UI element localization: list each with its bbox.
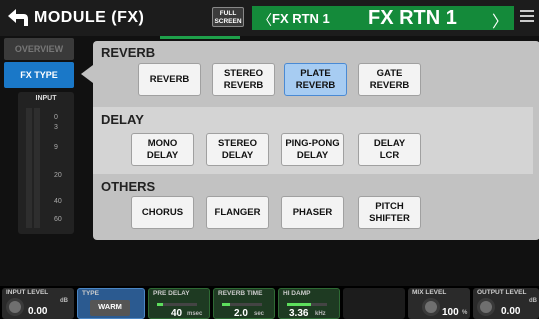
section-title: REVERB	[101, 45, 156, 60]
output-level-value: 0.00	[501, 306, 521, 317]
pre-delay-label: PRE DELAY	[153, 290, 190, 297]
reverb-time-label: REVERB TIME	[218, 290, 263, 297]
parameter-bar: INPUT LEVEL 0.00 dB TYPE WARM PRE DELAY …	[0, 286, 539, 319]
pre-delay-control[interactable]: PRE DELAY 40 msec	[148, 288, 210, 319]
fx-type-popup: REVERB REVERB STEREO REVERB PLATE REVERB…	[93, 41, 539, 240]
tab-fx-type[interactable]: FX TYPE	[4, 62, 74, 88]
page-title: MODULE (FX)	[34, 9, 145, 26]
tab-overview[interactable]: OVERVIEW	[4, 38, 74, 60]
meter-bar-left	[26, 108, 32, 228]
scale-tick: 60	[54, 216, 62, 223]
fx-stereo-reverb-button[interactable]: STEREO REVERB	[212, 63, 275, 96]
input-level-label: INPUT LEVEL	[6, 289, 49, 296]
scale-tick: 9	[54, 144, 58, 151]
type-value: WARM	[98, 302, 122, 311]
popup-pointer	[81, 65, 93, 83]
output-level-unit: dB	[529, 298, 537, 304]
output-level-label: OUTPUT LEVEL	[477, 289, 527, 296]
mix-level-label: MIX LEVEL	[412, 289, 447, 296]
input-meter-label: INPUT	[35, 95, 57, 102]
back-arrow-icon[interactable]	[4, 4, 30, 30]
hi-damp-value: 3.36	[289, 308, 309, 319]
header-bar: MODULE (FX) FULL SCREEN 〈 FX RTN 1 FX RT…	[0, 0, 539, 36]
fx-gate-reverb-button[interactable]: GATE REVERB	[358, 63, 421, 96]
fx-reverb-button[interactable]: REVERB	[138, 63, 201, 96]
fx-stereo-delay-button[interactable]: STEREO DELAY	[206, 133, 269, 166]
input-level-unit: dB	[60, 298, 68, 304]
full-screen-button[interactable]: FULL SCREEN	[212, 7, 244, 27]
section-title: DELAY	[101, 112, 144, 127]
type-control[interactable]: TYPE WARM	[77, 288, 145, 319]
fx-chorus-button[interactable]: CHORUS	[131, 196, 194, 229]
reverb-section: REVERB REVERB STEREO REVERB PLATE REVERB…	[93, 41, 533, 104]
hi-damp-control[interactable]: HI DAMP 3.36 kHz	[278, 288, 340, 319]
meter-bar-right	[34, 108, 40, 228]
input-meter: INPUT 0 3 9 20 40 60	[18, 92, 74, 234]
pre-delay-fill	[157, 303, 163, 306]
next-channel-icon[interactable]: 〉	[492, 8, 508, 32]
full-screen-label: FULL SCREEN	[214, 10, 242, 25]
hi-damp-unit: kHz	[315, 311, 326, 317]
reverb-time-control[interactable]: REVERB TIME 2.0 sec	[213, 288, 275, 319]
pre-delay-value: 40	[171, 308, 183, 319]
scale-tick: 20	[54, 172, 62, 179]
input-level-control[interactable]: INPUT LEVEL 0.00 dB	[2, 288, 74, 319]
prev-channel-button[interactable]: FX RTN 1	[272, 11, 330, 26]
fx-plate-reverb-button[interactable]: PLATE REVERB	[284, 63, 347, 96]
reverb-time-unit: sec	[254, 311, 265, 317]
fx-mono-delay-button[interactable]: MONO DELAY	[131, 133, 194, 166]
mix-level-value: 100	[442, 307, 459, 318]
scale-tick: 3	[54, 124, 58, 131]
mix-level-control[interactable]: MIX LEVEL 100 %	[408, 288, 470, 319]
output-level-knob[interactable]	[477, 298, 495, 316]
menu-icon[interactable]	[520, 10, 534, 24]
pre-delay-track	[157, 303, 197, 306]
section-title: OTHERS	[101, 179, 156, 194]
tab-indicator	[160, 36, 240, 39]
hi-damp-fill	[287, 303, 311, 306]
type-select[interactable]: WARM	[90, 300, 130, 316]
fx-delay-lcr-button[interactable]: DELAY LCR	[358, 133, 421, 166]
type-label: TYPE	[82, 290, 99, 297]
mix-level-knob[interactable]	[422, 298, 440, 316]
fx-phaser-button[interactable]: PHASER	[281, 196, 344, 229]
reverb-time-fill	[222, 303, 230, 306]
fx-pitch-shifter-button[interactable]: PITCH SHIFTER	[358, 196, 421, 229]
scale-tick: 0	[54, 114, 58, 121]
input-level-knob[interactable]	[6, 298, 24, 316]
others-section: OTHERS CHORUS FLANGER PHASER PITCH SHIFT…	[93, 176, 533, 240]
current-channel-title: FX RTN 1	[368, 7, 457, 29]
fx-flanger-button[interactable]: FLANGER	[206, 196, 269, 229]
prev-channel-icon[interactable]: 〈	[258, 10, 272, 30]
fx-ping-pong-delay-button[interactable]: PING-PONG DELAY	[281, 133, 344, 166]
scale-tick: 40	[54, 198, 62, 205]
pre-delay-unit: msec	[187, 311, 203, 317]
hi-damp-label: HI DAMP	[283, 290, 311, 297]
output-level-control[interactable]: OUTPUT LEVEL 0.00 dB	[473, 288, 539, 319]
input-level-value: 0.00	[28, 306, 48, 317]
mix-level-unit: %	[462, 310, 468, 316]
empty-slot	[343, 288, 405, 319]
reverb-time-value: 2.0	[234, 308, 248, 319]
delay-section: DELAY MONO DELAY STEREO DELAY PING-PONG …	[93, 107, 533, 174]
